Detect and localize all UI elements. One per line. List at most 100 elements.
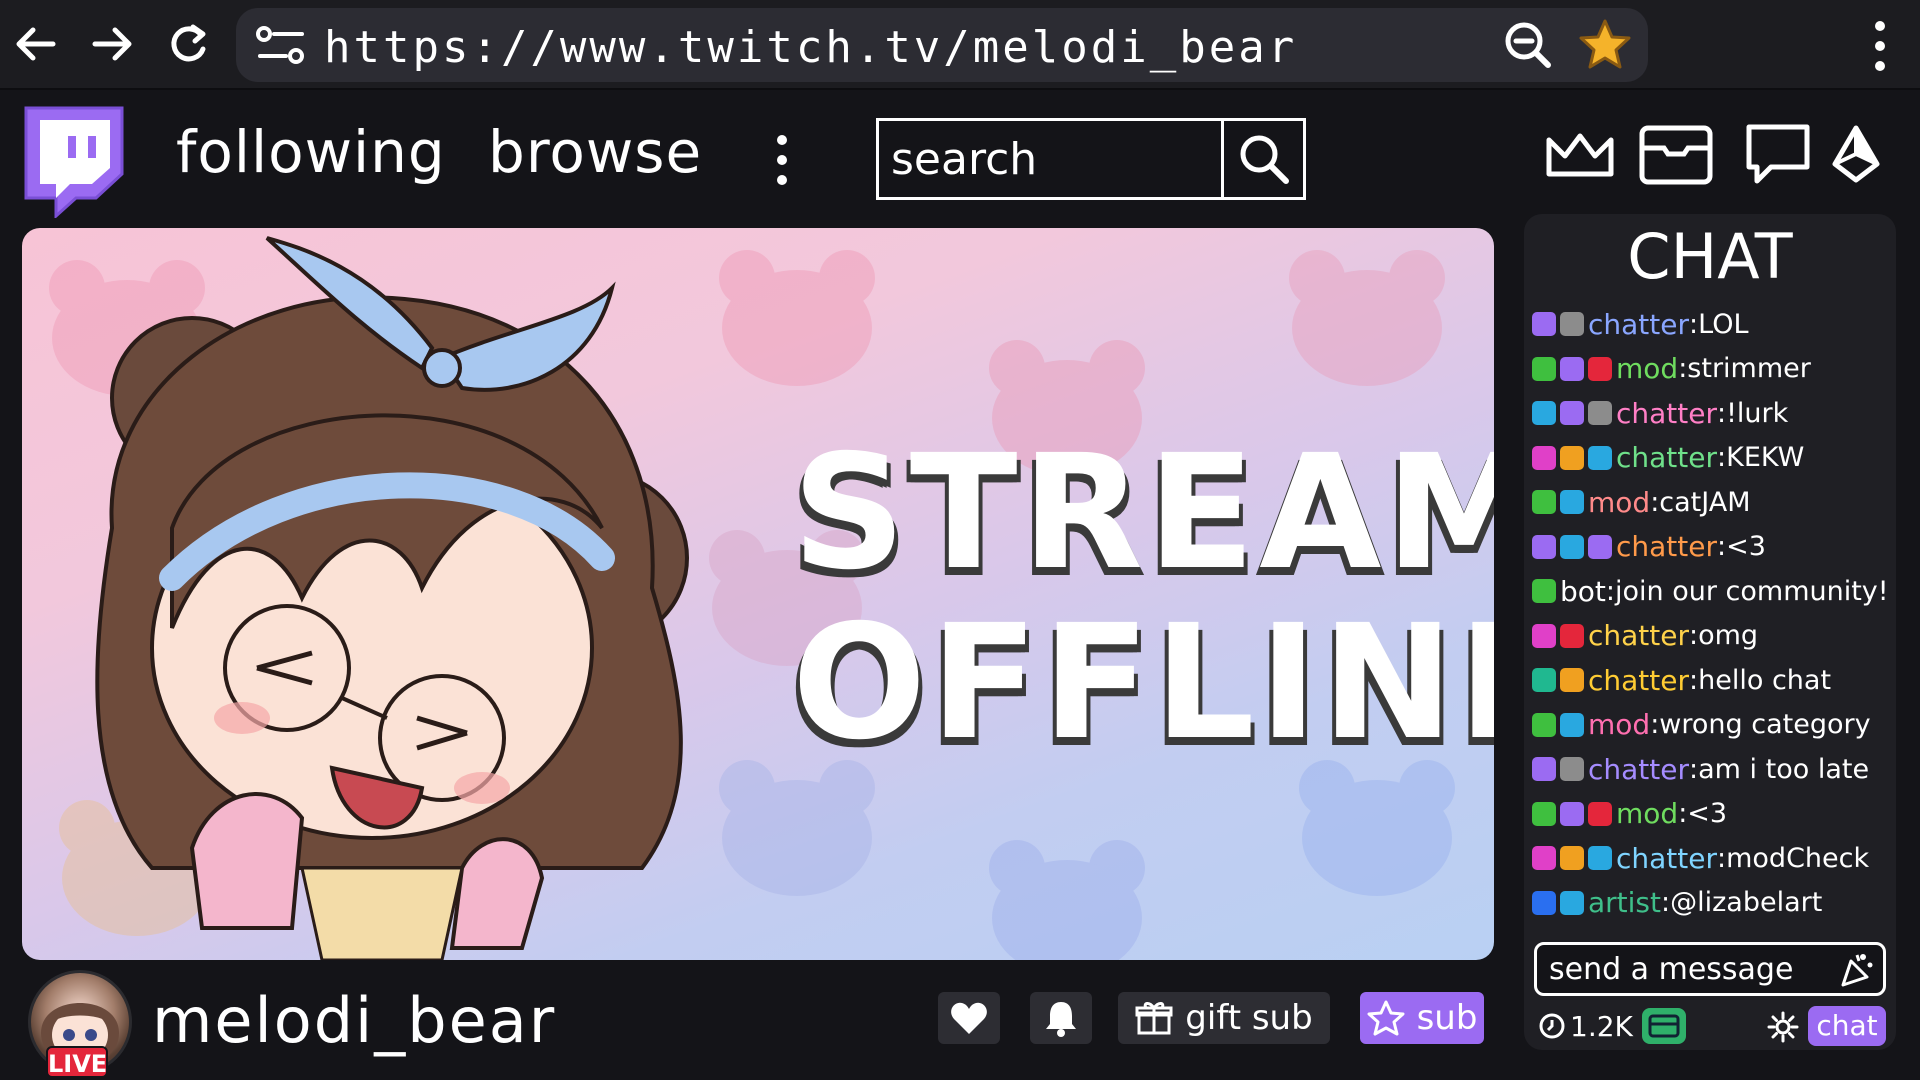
chat-username[interactable]: chatter (1616, 397, 1717, 430)
chat-separator: : (1717, 442, 1727, 474)
more-menu-icon[interactable] (770, 132, 794, 188)
zoom-out-icon[interactable] (1502, 20, 1556, 70)
chat-message: artist: @lizabelart (1532, 881, 1892, 926)
nav-following[interactable]: following (176, 118, 446, 186)
chat-separator: : (1678, 798, 1688, 830)
chat-username[interactable]: artist (1588, 886, 1661, 919)
twitch-logo[interactable] (18, 102, 128, 220)
chat-badge-icon[interactable] (1560, 401, 1584, 426)
chat-username[interactable]: mod (1616, 797, 1678, 830)
back-arrow-icon[interactable] (10, 18, 62, 70)
chat-badge-icon[interactable] (1532, 712, 1556, 737)
bear-pattern-icon (989, 840, 1145, 960)
chat-message-text: omg (1698, 620, 1759, 652)
chat-badge-icon[interactable] (1560, 890, 1584, 915)
chat-badge-icon[interactable] (1560, 312, 1584, 337)
chat-separator: : (1678, 353, 1688, 385)
chat-message: mod: catJAM (1532, 480, 1892, 525)
bell-icon (1046, 1002, 1076, 1037)
follow-button[interactable] (938, 992, 1000, 1044)
url-text[interactable]: https://www.twitch.tv/melodi_bear (324, 22, 1297, 73)
chat-badge-icon[interactable] (1560, 356, 1584, 381)
chat-message-text: join our community! (1615, 575, 1889, 607)
chat-badge-icon[interactable] (1588, 401, 1612, 426)
chat-badge-icon[interactable] (1532, 623, 1556, 648)
chat-badge-icon[interactable] (1560, 445, 1584, 470)
chat-username[interactable]: bot (1560, 575, 1606, 608)
chat-message-text: hello chat (1698, 664, 1832, 696)
chat-message-text: !lurk (1726, 397, 1789, 429)
site-settings-icon[interactable] (254, 24, 310, 68)
crown-icon[interactable] (1540, 120, 1620, 190)
refresh-icon[interactable] (162, 18, 214, 70)
chat-badge-icon[interactable] (1560, 846, 1584, 871)
browser-menu-icon[interactable] (1860, 18, 1900, 74)
chat-badge-icon[interactable] (1532, 534, 1556, 559)
chat-username[interactable]: chatter (1588, 753, 1689, 786)
chat-badge-icon[interactable] (1588, 801, 1612, 826)
site-header: following browse (0, 92, 1920, 222)
chat-badge-icon[interactable] (1532, 801, 1556, 826)
channel-points-icon[interactable] (1642, 1008, 1686, 1044)
bookmark-star-icon[interactable] (1576, 16, 1634, 74)
chat-username[interactable]: chatter (1588, 619, 1689, 652)
chat-badge-icon[interactable] (1560, 712, 1584, 737)
chat-badge-icon[interactable] (1560, 757, 1584, 782)
chat-badge-icon[interactable] (1532, 490, 1556, 515)
chat-badge-icon[interactable] (1532, 356, 1556, 381)
video-player[interactable]: STREAM OFFLINE (22, 228, 1494, 960)
whispers-icon[interactable] (1738, 120, 1818, 190)
bits-gem-icon[interactable] (1816, 120, 1896, 190)
search-button[interactable] (1221, 121, 1303, 197)
chat-username[interactable]: chatter (1616, 441, 1717, 474)
chat-badge-icon[interactable] (1588, 534, 1612, 559)
offline-line-stream: STREAM (792, 421, 1494, 605)
stream-offline-banner: STREAM OFFLINE (792, 421, 1494, 768)
chat-username[interactable]: chatter (1588, 664, 1689, 697)
chat-send-button[interactable]: chat (1808, 1006, 1886, 1046)
chat-badge-icon[interactable] (1588, 846, 1612, 871)
nav-browse[interactable]: browse (488, 118, 702, 186)
chat-username[interactable]: chatter (1616, 530, 1717, 563)
chat-badge-icon[interactable] (1560, 801, 1584, 826)
gift-sub-label: gift sub (1185, 998, 1313, 1038)
chat-message-text: <3 (1726, 531, 1766, 563)
channel-info-bar: LIVE melodi_bear gift sub sub (0, 962, 1500, 1080)
channel-name[interactable]: melodi_bear (152, 984, 556, 1057)
chat-badge-icon[interactable] (1532, 846, 1556, 871)
chat-badge-icon[interactable] (1588, 445, 1612, 470)
bear-pattern-icon (1289, 250, 1445, 386)
chat-badge-icon[interactable] (1560, 490, 1584, 515)
chat-badge-icon[interactable] (1532, 668, 1556, 693)
chat-username[interactable]: mod (1588, 486, 1650, 519)
inbox-icon[interactable] (1636, 120, 1716, 190)
chat-badge-icon[interactable] (1588, 356, 1612, 381)
chat-badge-icon[interactable] (1532, 757, 1556, 782)
chat-separator: : (1650, 709, 1660, 741)
chat-separator: : (1689, 664, 1699, 696)
search-input[interactable] (879, 121, 1221, 197)
subscribe-button[interactable]: sub (1360, 992, 1484, 1044)
chat-message-input[interactable] (1537, 945, 1837, 993)
chat-badge-icon[interactable] (1532, 579, 1556, 604)
chat-username[interactable]: mod (1616, 352, 1678, 385)
chat-badge-icon[interactable] (1532, 890, 1556, 915)
chat-badge-icon[interactable] (1532, 312, 1556, 337)
chat-badge-icon[interactable] (1532, 445, 1556, 470)
chat-settings-gear-icon[interactable] (1766, 1010, 1800, 1044)
chat-username[interactable]: chatter (1616, 842, 1717, 875)
chat-message: chatter: modCheck (1532, 836, 1892, 881)
chat-badge-icon[interactable] (1560, 623, 1584, 648)
address-bar[interactable]: https://www.twitch.tv/melodi_bear (236, 8, 1648, 82)
notifications-button[interactable] (1030, 992, 1092, 1044)
forward-arrow-icon[interactable] (86, 18, 138, 70)
gift-sub-button[interactable]: gift sub (1118, 992, 1330, 1044)
chat-username[interactable]: chatter (1588, 308, 1689, 341)
chat-badge-icon[interactable] (1560, 668, 1584, 693)
chat-username[interactable]: mod (1588, 708, 1650, 741)
chat-badge-icon[interactable] (1532, 401, 1556, 426)
chat-message-text: modCheck (1726, 842, 1870, 874)
chat-badge-icon[interactable] (1560, 534, 1584, 559)
chat-message-text: am i too late (1698, 753, 1870, 785)
emote-picker-icon[interactable] (1837, 951, 1875, 989)
